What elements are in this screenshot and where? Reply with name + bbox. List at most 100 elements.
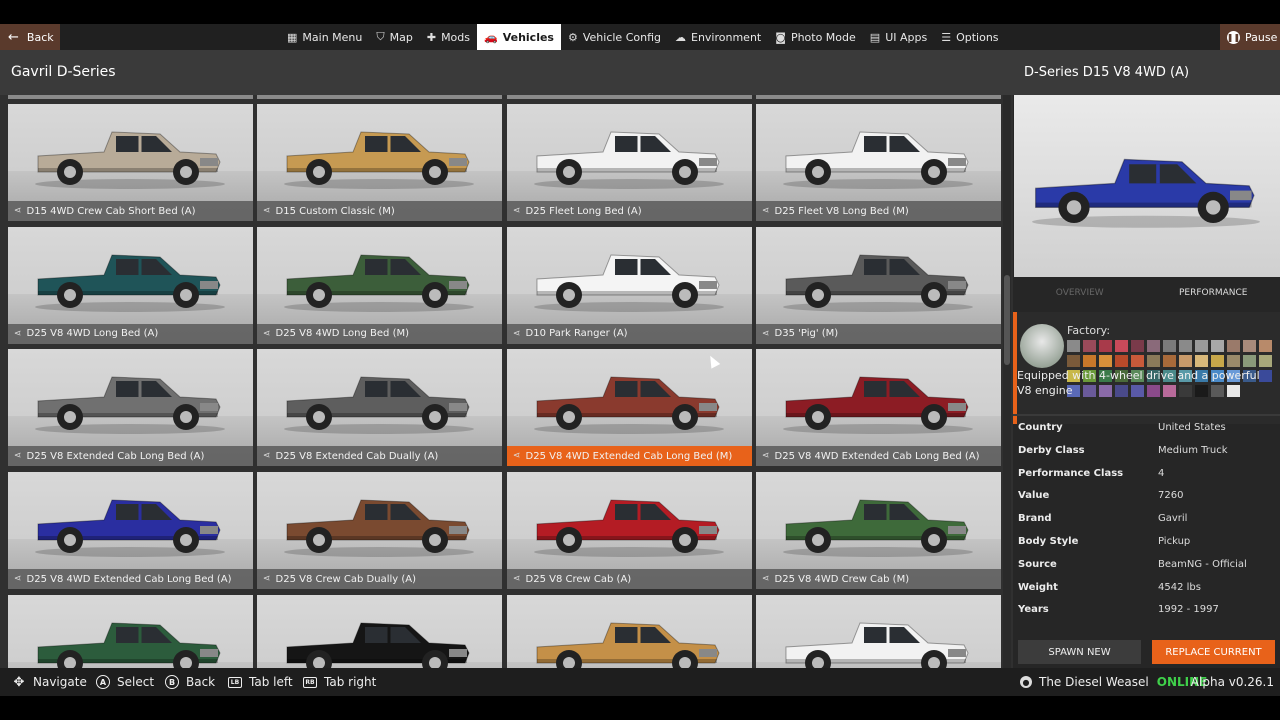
paint-swatch[interactable] [1131, 340, 1144, 352]
vehicle-card[interactable]: ⋖ D25 V8 Extended Cab Long Bed (A) [8, 349, 253, 467]
vehicle-thumbnail [778, 120, 978, 190]
paint-swatch[interactable] [1067, 340, 1080, 352]
official-share-icon: ⋖ [14, 574, 22, 585]
paint-swatch[interactable] [1067, 355, 1080, 367]
spec-key: Weight [1018, 581, 1058, 593]
paint-swatch[interactable] [1243, 340, 1256, 352]
vehicle-thumbnail [30, 611, 230, 668]
paint-swatch[interactable] [1115, 340, 1128, 352]
paint-swatch[interactable] [1115, 355, 1128, 367]
spec-key: Derby Class [1018, 444, 1085, 456]
card-edge-strip [257, 95, 502, 99]
paint-swatch[interactable] [1083, 355, 1096, 367]
card-edge-strip [8, 95, 253, 99]
spec-row: Source BeamNG - Official [1018, 559, 1273, 582]
nav-tab-mods[interactable]: ✚ Mods [420, 24, 477, 50]
vehicle-card[interactable]: ⋖ D15 4WD Crew Cab Short Bed (A) [8, 104, 253, 221]
factory-thumbnail [1020, 324, 1064, 368]
nav-tab-label: Options [956, 30, 999, 44]
paint-swatch[interactable] [1259, 355, 1272, 367]
vehicle-card[interactable]: ⋖ D25 V8 4WD Crew Cab (M) [756, 472, 1001, 590]
vehicle-card[interactable]: ⋖ D15 Custom Classic (M) [257, 104, 502, 221]
game-screen: ← Back ▦ Main Menu ⛉ Map ✚ Mods 🚗 Vehicles ⚙ Vehi… [0, 0, 1280, 720]
vehicle-card[interactable]: ⋖ D25 V8 4WD Long Bed (A) [8, 226, 253, 344]
vehicle-card[interactable]: ⋖ D25 V8 4WD Long Bed (M) [257, 226, 502, 344]
vehicle-card[interactable]: ⋖ D25 V8 Extended Cab Dually (A) [257, 349, 502, 467]
paint-swatch[interactable] [1147, 340, 1160, 352]
paint-swatch[interactable] [1227, 340, 1240, 352]
paint-swatch[interactable] [1259, 340, 1272, 352]
nav-tab-map[interactable]: ⛉ Map [369, 24, 419, 50]
nav-tab-vehicles[interactable]: 🚗 Vehicles [477, 24, 561, 50]
paint-swatch[interactable] [1131, 355, 1144, 367]
map-icon: ⛉ [376, 30, 385, 43]
vehicle-card[interactable]: ⋖ D25 V8 4WD Extended Cab Long Bed (A) [8, 472, 253, 590]
vehicle-card[interactable] [507, 594, 752, 668]
official-share-icon: ⋖ [263, 328, 271, 339]
paint-swatch[interactable] [1179, 355, 1192, 367]
vehicle-card[interactable]: ⋖ D35 'Pig' (M) [756, 226, 1001, 344]
vehicle-card-name: D25 Fleet Long Bed (A) [525, 205, 642, 217]
vehicle-card[interactable] [756, 594, 1001, 668]
vehicle-thumbnail [529, 243, 729, 313]
scrollbar-thumb[interactable] [1004, 275, 1010, 365]
official-share-icon: ⋖ [762, 328, 770, 339]
vehicle-card-name: D25 V8 4WD Extended Cab Long Bed (A) [774, 450, 980, 462]
spec-row: Years 1992 - 1997 [1018, 604, 1273, 627]
spec-row: Country United States [1018, 422, 1273, 445]
spec-row: Derby Class Medium Truck [1018, 445, 1273, 468]
nav-tab-vehicle-config[interactable]: ⚙ Vehicle Config [561, 24, 668, 50]
back-button[interactable]: ← Back [0, 24, 60, 50]
vehicle-card[interactable]: ⋖ D25 V8 4WD Extended Cab Long Bed (A) [756, 349, 1001, 467]
paint-swatch[interactable] [1211, 340, 1224, 352]
vehicle-card[interactable]: ⋖ D25 Fleet Long Bed (A) [507, 104, 752, 221]
paint-swatch[interactable] [1099, 340, 1112, 352]
spec-key: Body Style [1018, 535, 1079, 547]
spawn-new-button[interactable]: SPAWN NEW [1018, 640, 1141, 664]
paint-swatch[interactable] [1099, 355, 1112, 367]
nav-tab-ui-apps[interactable]: ▤ UI Apps [863, 24, 934, 50]
official-share-icon: ⋖ [263, 451, 271, 462]
vehicle-card[interactable] [8, 594, 253, 668]
paint-swatch[interactable] [1179, 340, 1192, 352]
nav-tab-environment[interactable]: ☁ Environment [668, 24, 768, 50]
vehicle-card[interactable]: ⋖ D25 V8 Crew Cab Dually (A) [257, 472, 502, 590]
paint-swatch[interactable] [1195, 340, 1208, 352]
paint-swatch[interactable] [1083, 340, 1096, 352]
pause-button[interactable]: ❚❚ Pause [1220, 24, 1280, 50]
vehicle-card[interactable]: ⋖ D25 Fleet V8 Long Bed (M) [756, 104, 1001, 221]
vehicle-card-label: ⋖ D25 V8 4WD Extended Cab Long Bed (A) [8, 569, 253, 590]
arrow-left-icon: ← [8, 29, 19, 45]
nav-tab-photo-mode[interactable]: ◙ Photo Mode [768, 24, 863, 50]
paint-swatch[interactable] [1211, 355, 1224, 367]
vehicle-card[interactable]: ⋖ D10 Park Ranger (A) [507, 226, 752, 344]
control-hint-label: Back [186, 675, 216, 689]
vehicle-card[interactable]: ⋖ D25 V8 4WD Extended Cab Long Bed (M) [507, 349, 752, 467]
grid-scrollbar[interactable] [1003, 95, 1011, 668]
card-edge-strip [756, 95, 1001, 99]
detail-tab-performance[interactable]: Performance [1147, 283, 1280, 305]
replace-current-button[interactable]: REPLACE CURRENT [1152, 640, 1275, 664]
nav-tab-label: Vehicles [502, 30, 554, 44]
official-share-icon: ⋖ [14, 206, 22, 216]
nav-tab-label: UI Apps [885, 30, 928, 44]
paint-swatch[interactable] [1227, 355, 1240, 367]
puzzle-icon: ✚ [426, 30, 437, 44]
detail-tab-overview[interactable]: Overview [1013, 283, 1147, 305]
paint-swatch[interactable] [1195, 355, 1208, 367]
paint-swatch[interactable] [1163, 355, 1176, 367]
vehicle-card[interactable] [257, 594, 502, 668]
nav-tab-options[interactable]: ☰ Options [934, 24, 1005, 50]
paint-swatch[interactable] [1243, 355, 1256, 367]
official-share-icon: ⋖ [14, 451, 22, 462]
vehicle-card-label: ⋖ D25 V8 Extended Cab Long Bed (A) [8, 446, 253, 467]
divider [1013, 414, 1280, 416]
vehicle-card[interactable]: ⋖ D25 V8 Crew Cab (A) [507, 472, 752, 590]
paint-swatch[interactable] [1147, 355, 1160, 367]
version-label: Alpha v0.26.1 [1190, 675, 1274, 689]
vehicle-thumbnail [30, 365, 230, 435]
paint-swatch[interactable] [1163, 340, 1176, 352]
sliders-icon: ☰ [941, 30, 952, 44]
vehicle-card-label: ⋖ D15 4WD Crew Cab Short Bed (A) [8, 201, 253, 221]
nav-tab-main-menu[interactable]: ▦ Main Menu [280, 24, 369, 50]
